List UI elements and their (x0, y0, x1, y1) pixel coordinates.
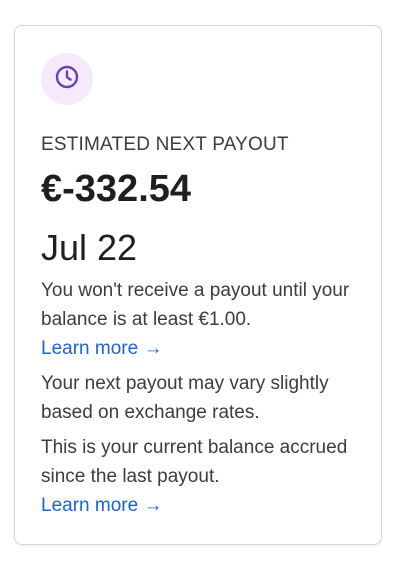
payout-card: ESTIMATED NEXT PAYOUT €-332.54 Jul 22 Yo… (14, 25, 382, 545)
payout-amount: €-332.54 (41, 168, 192, 210)
balance-info-text: This is your current balance accrued sin… (41, 437, 348, 487)
minimum-balance-text: You won't receive a payout until your ba… (41, 280, 350, 330)
learn-more-link-balance[interactable]: Learn more → (41, 491, 162, 520)
balance-info-notice: This is your current balance accrued sin… (41, 433, 371, 520)
clock-icon-badge (41, 53, 93, 105)
clock-icon (54, 64, 80, 95)
minimum-balance-notice: You won't receive a payout until your ba… (41, 276, 371, 363)
exchange-rate-notice: Your next payout may vary slightly based… (41, 373, 329, 423)
section-label: ESTIMATED NEXT PAYOUT (41, 134, 289, 155)
payout-date: Jul 22 (41, 227, 138, 268)
learn-more-link-minimum-balance[interactable]: Learn more → (41, 334, 162, 363)
